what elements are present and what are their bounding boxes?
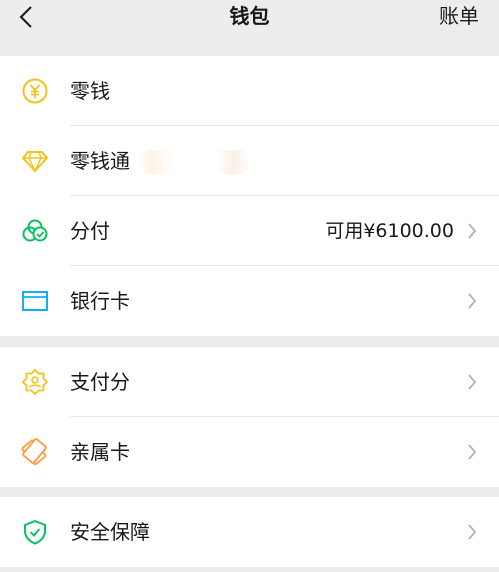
menu-item-label: 零钱 <box>70 79 110 103</box>
wallet-section-2: 支付分 亲属卡 <box>0 347 499 487</box>
family-card-icon <box>21 438 49 466</box>
menu-item-change[interactable]: 零钱 <box>0 56 499 126</box>
chevron-right-icon <box>465 290 479 312</box>
chevron-right-icon <box>465 371 479 393</box>
fenfu-icon <box>21 217 49 245</box>
bank-card-icon <box>21 287 49 315</box>
menu-item-label: 亲属卡 <box>70 440 130 464</box>
menu-item-fenfu[interactable]: 分付 可用¥6100.00 <box>0 196 499 266</box>
menu-item-label: 银行卡 <box>70 289 130 313</box>
wallet-section-1: 零钱 零钱通 分付 可用¥6100.00 银行卡 <box>0 56 499 336</box>
redacted-area <box>140 150 250 174</box>
coin-yuan-icon <box>21 77 49 105</box>
bill-button[interactable]: 账单 <box>439 2 479 30</box>
chevron-right-icon <box>465 220 479 242</box>
menu-item-label: 分付 <box>70 219 110 243</box>
diamond-icon <box>21 147 49 175</box>
menu-item-bank-card[interactable]: 银行卡 <box>0 266 499 336</box>
menu-item-label: 零钱通 <box>70 149 130 173</box>
menu-item-lingqiantong[interactable]: 零钱通 <box>0 126 499 196</box>
menu-item-payment-score[interactable]: 支付分 <box>0 347 499 417</box>
title-bar: 钱包 账单 <box>0 0 499 50</box>
menu-item-family-card[interactable]: 亲属卡 <box>0 417 499 487</box>
menu-item-label: 支付分 <box>70 370 130 394</box>
security-shield-icon <box>21 518 49 546</box>
available-credit-value: 可用¥6100.00 <box>325 220 454 242</box>
wallet-section-3: 安全保障 <box>0 497 499 567</box>
menu-item-security[interactable]: 安全保障 <box>0 497 499 567</box>
payment-score-icon <box>21 368 49 396</box>
chevron-right-icon <box>465 441 479 463</box>
chevron-right-icon <box>465 521 479 543</box>
menu-item-label: 安全保障 <box>70 520 150 544</box>
page-title: 钱包 <box>229 4 270 28</box>
